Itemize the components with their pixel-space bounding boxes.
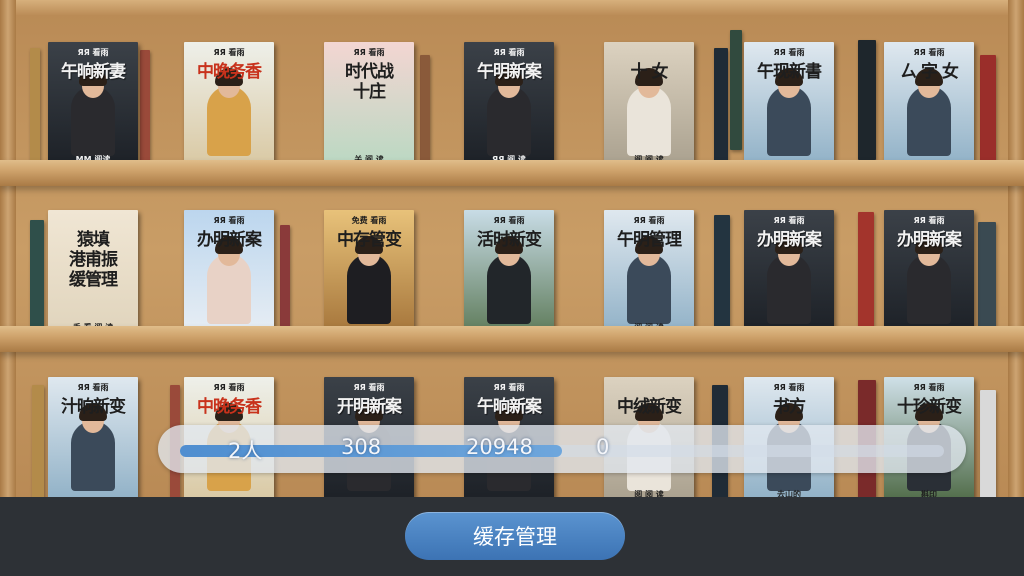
book-spine	[978, 222, 996, 342]
book-spine	[858, 212, 874, 332]
book-spine	[420, 55, 430, 175]
book-cover[interactable]: ЯЯ 看雨办明新案	[744, 210, 834, 336]
book-title: 办明新案	[897, 230, 962, 250]
book-title: 书方	[773, 397, 806, 417]
book-title: 十珍新变	[897, 397, 962, 417]
book-title: 汁晌新变	[61, 397, 126, 417]
book-subtitle: ЯЯ 看雨	[773, 48, 805, 57]
book-subtitle: ЯЯ 看雨	[773, 383, 805, 392]
book-subtitle: ЯЯ 看雨	[213, 383, 245, 392]
stats-progress-track	[180, 445, 944, 457]
book-title: 办明新案	[757, 230, 822, 250]
book-title: 猿填 港甫振 缓管理	[69, 230, 118, 290]
book-subtitle: ЯЯ 看雨	[493, 216, 525, 225]
book-spine	[858, 40, 876, 160]
book-subtitle: ЯЯ 看雨	[913, 383, 945, 392]
book-title: ㄙ 字 女	[900, 62, 959, 82]
bottom-toolbar: 缓存管理	[0, 497, 1024, 576]
book-cover[interactable]: ЯЯ 看雨活时新变	[464, 210, 554, 336]
book-subtitle: ЯЯ 看雨	[213, 48, 245, 57]
book-title: 午晌新案	[477, 397, 542, 417]
stat-count-c: 0	[596, 435, 610, 459]
book-subtitle: ЯЯ 看雨	[493, 48, 525, 57]
book-spine	[32, 385, 44, 505]
book-subtitle: ЯЯ 看雨	[913, 216, 945, 225]
book-cover[interactable]: ЯЯ 看雨办明新案	[184, 210, 274, 336]
book-subtitle: ЯЯ 看雨	[77, 48, 109, 57]
book-cover[interactable]: ЯЯ 看雨中晚务香	[184, 42, 274, 168]
book-title: 活时新变	[477, 230, 542, 250]
cover-art	[324, 42, 414, 168]
book-title: 午明管理	[617, 230, 682, 250]
shelf-top-board	[0, 0, 1024, 16]
book-spine	[980, 390, 996, 510]
shelf-right-side	[1008, 0, 1024, 500]
book-title: 时代战 十庄	[345, 62, 394, 102]
book-cover[interactable]: 免费 看雨 中存管变	[324, 210, 414, 336]
book-title: 午晌新妻	[61, 62, 126, 82]
book-title: 中存管变	[337, 230, 402, 250]
stat-count-a: 308	[341, 435, 382, 459]
shelf-board-2	[0, 326, 1024, 352]
book-cover[interactable]: ЯЯ 看雨ㄙ 字 女	[884, 42, 974, 168]
book-title: 十 女	[630, 62, 669, 82]
book-title: 中晚务香	[197, 62, 262, 82]
book-title: 午现新書	[757, 62, 822, 82]
book-subtitle: ЯЯ 看雨	[353, 383, 385, 392]
book-subtitle: ЯЯ 看雨	[913, 48, 945, 57]
book-cover[interactable]: ЯЯ 看雨时代战 十庄关 阅 读	[324, 42, 414, 168]
book-cover[interactable]: ЯЯ 看雨办明新案	[884, 210, 974, 336]
cache-management-button[interactable]: 缓存管理	[405, 512, 625, 560]
book-subtitle: 免费 看雨	[351, 216, 387, 225]
book-spine	[730, 30, 742, 150]
stat-count-b: 20948	[466, 435, 533, 459]
book-title: 中绒新变	[617, 397, 682, 417]
book-title: 开明新案	[337, 397, 402, 417]
book-title: 午明新案	[477, 62, 542, 82]
book-cover[interactable]: ЯЯ 看雨午明管理阅 阅 读	[604, 210, 694, 336]
book-spine	[980, 55, 996, 175]
book-cover[interactable]: ЯЯ 看雨午现新書	[744, 42, 834, 168]
book-spine	[30, 48, 40, 168]
shelf-board-1	[0, 160, 1024, 186]
book-spine	[30, 220, 44, 340]
book-spine	[140, 50, 150, 170]
book-subtitle: ЯЯ 看雨	[353, 48, 385, 57]
book-spine	[714, 215, 730, 335]
book-cover[interactable]: 十 女阅 阅 读	[604, 42, 694, 168]
book-cover[interactable]: 猿填 港甫振 缓管理手 看 阅 读	[48, 210, 138, 336]
book-cover[interactable]: ЯЯ 看雨午明新案ЯЯ 阅 读	[464, 42, 554, 168]
book-subtitle: ЯЯ 看雨	[633, 216, 665, 225]
book-subtitle: ЯЯ 看雨	[77, 383, 109, 392]
stats-bar: 2人 308 20948 0	[158, 425, 966, 473]
book-cover[interactable]: ЯЯ 看雨午晌新妻MM 阅读	[48, 42, 138, 168]
stat-users: 2人	[228, 439, 263, 463]
book-subtitle: ЯЯ 看雨	[493, 383, 525, 392]
book-title: 中晚务香	[197, 397, 262, 417]
book-subtitle: ЯЯ 看雨	[773, 216, 805, 225]
book-title: 办明新案	[197, 230, 262, 250]
shelf-left-side	[0, 0, 16, 500]
book-subtitle: ЯЯ 看雨	[213, 216, 245, 225]
book-cover[interactable]: ЯЯ 看雨汁晌新变	[48, 377, 138, 503]
book-spine	[714, 48, 728, 168]
